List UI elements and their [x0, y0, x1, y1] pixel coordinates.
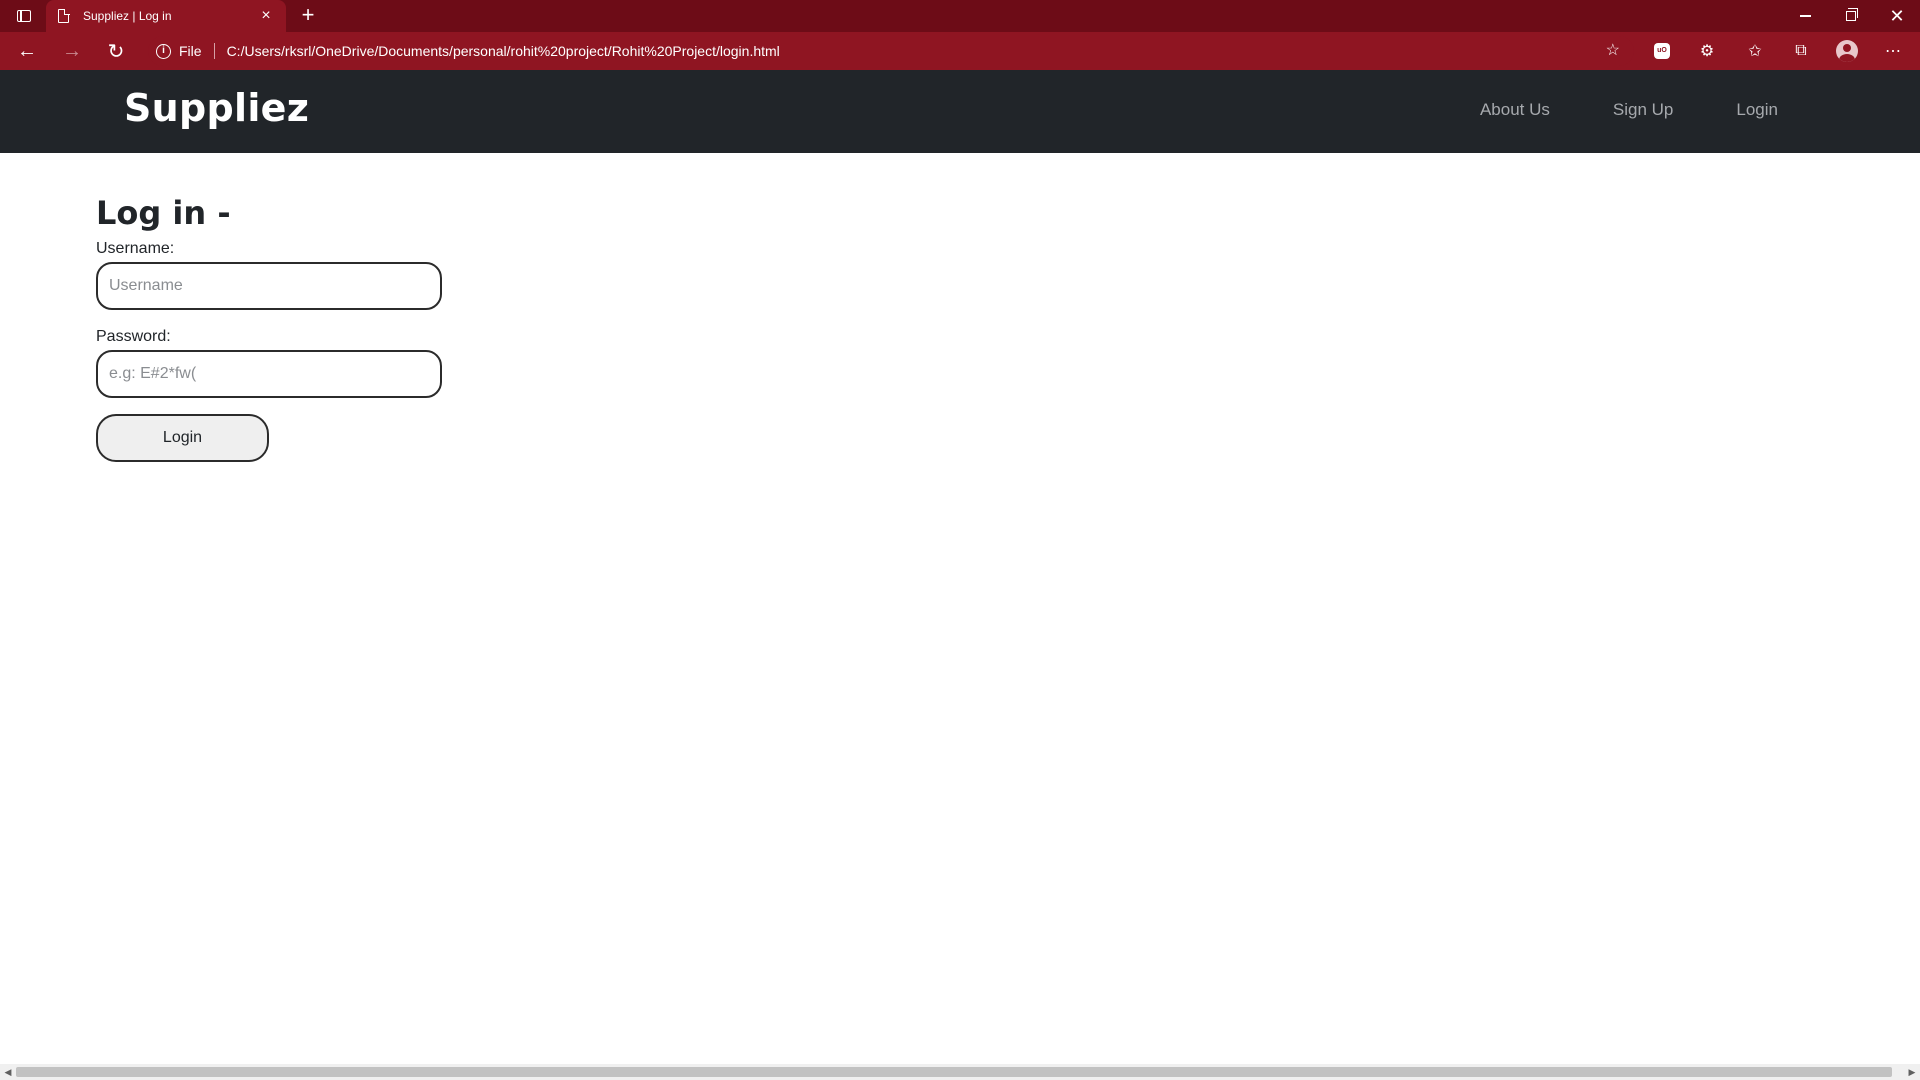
address-separator	[213, 43, 215, 59]
collections-button[interactable]: ⧉	[1789, 41, 1813, 61]
page-icon	[58, 8, 70, 23]
nav-link-about-us[interactable]: About Us	[1480, 100, 1550, 120]
scrollbar-thumb[interactable]	[16, 1067, 1892, 1077]
nav-link-sign-up[interactable]: Sign Up	[1613, 100, 1673, 120]
more-icon: ⋯	[1885, 43, 1901, 60]
profile-icon	[1836, 40, 1858, 62]
tab-close-icon[interactable]: ×	[258, 8, 274, 24]
more-button[interactable]: ⋯	[1881, 41, 1905, 61]
login-button[interactable]: Login	[96, 414, 269, 462]
nav-links: About Us Sign Up Login	[1480, 100, 1778, 120]
minimize-button[interactable]	[1782, 0, 1828, 32]
browser-tabstrip: Suppliez | Log in × + ✕	[0, 0, 1920, 32]
back-icon: ←	[17, 39, 37, 62]
maximize-icon	[1846, 8, 1858, 21]
close-window-button[interactable]: ✕	[1874, 0, 1920, 32]
extensions-icon: ⚙	[1699, 43, 1715, 60]
collections-icon: ⧉	[1795, 42, 1807, 59]
address-bar[interactable]: i File C:/Users/rksrl/OneDrive/Documents…	[148, 36, 1634, 66]
nav-link-login[interactable]: Login	[1736, 100, 1778, 120]
password-input[interactable]	[96, 350, 442, 398]
ublock-button[interactable]: uO	[1650, 41, 1674, 61]
address-url[interactable]: C:/Users/rksrl/OneDrive/Documents/person…	[227, 43, 780, 59]
forward-icon: →	[62, 39, 82, 62]
profile-button[interactable]	[1835, 40, 1859, 62]
close-icon: ✕	[1889, 5, 1905, 26]
horizontal-scrollbar[interactable]: ◀ ▶	[0, 1064, 1920, 1080]
favorites-icon: ✩	[1748, 43, 1762, 60]
add-favorite-icon[interactable]: ☆	[1606, 43, 1620, 59]
tab-title: Suppliez | Log in	[83, 9, 172, 23]
tab-actions-icon[interactable]	[10, 6, 38, 26]
maximize-button[interactable]	[1828, 0, 1874, 32]
address-protocol: File	[179, 43, 202, 59]
password-label: Password:	[96, 328, 171, 345]
scroll-right-icon[interactable]: ▶	[1904, 1064, 1920, 1080]
browser-tab-active[interactable]: Suppliez | Log in ×	[46, 0, 286, 32]
site-brand[interactable]: Suppliez	[124, 86, 309, 130]
page-viewport: Suppliez About Us Sign Up Login Log in -…	[0, 70, 1920, 1064]
reload-icon: ↻	[107, 40, 125, 63]
site-navbar: Suppliez About Us Sign Up Login	[0, 70, 1920, 153]
favorites-button[interactable]: ✩	[1743, 41, 1767, 61]
minimize-icon	[1799, 15, 1811, 17]
browser-toolbar: ← → ↻ i File C:/Users/rksrl/OneDrive/Doc…	[0, 32, 1920, 70]
back-button[interactable]: ←	[13, 37, 41, 65]
ublock-icon: uO	[1654, 43, 1670, 59]
new-tab-button[interactable]: +	[296, 4, 320, 28]
page-title: Log in -	[96, 194, 231, 232]
extensions-button[interactable]: ⚙	[1695, 41, 1719, 61]
reload-button[interactable]: ↻	[102, 37, 130, 65]
forward-button[interactable]: →	[58, 37, 86, 65]
info-icon[interactable]: i	[156, 43, 171, 59]
username-input[interactable]	[96, 262, 442, 310]
scroll-left-icon[interactable]: ◀	[0, 1064, 16, 1080]
username-label: Username:	[96, 240, 175, 257]
